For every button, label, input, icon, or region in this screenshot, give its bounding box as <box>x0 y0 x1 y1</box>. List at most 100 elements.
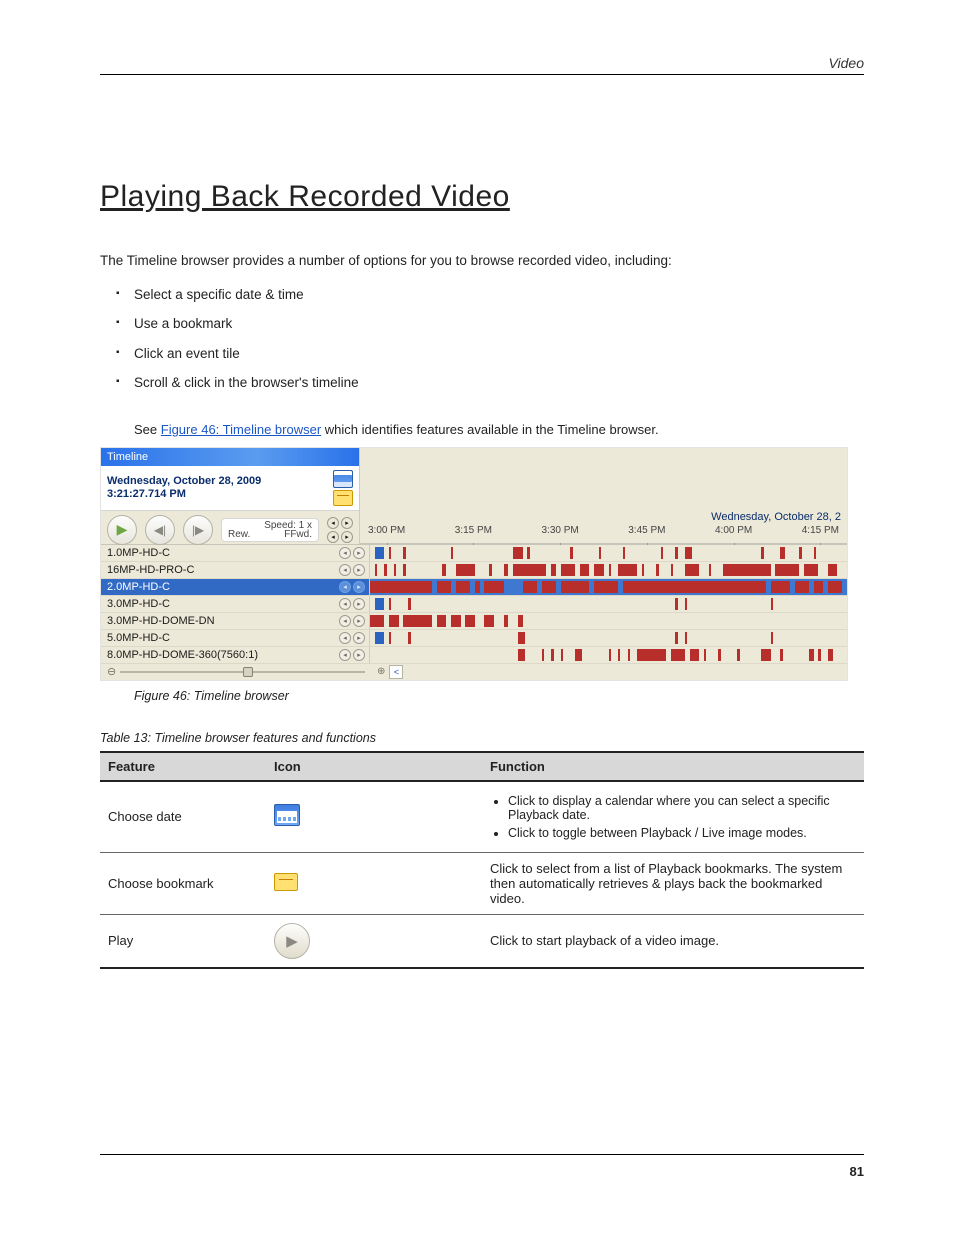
function-bullet: Click to toggle between Playback / Live … <box>508 824 856 842</box>
figure-caption: See Figure 46: Timeline browser which id… <box>134 422 864 437</box>
next-event-icon[interactable]: ▸ <box>353 632 365 644</box>
camera-label: 2.0MP-HD-C <box>107 581 170 593</box>
header-rule <box>100 74 864 75</box>
next-event-all-icon[interactable]: ▸ <box>341 517 353 529</box>
cell-function: Click to select from a list of Playback … <box>482 852 864 914</box>
th-icon: Icon <box>266 752 482 781</box>
ruler-tick: 3:15 PM <box>455 525 492 543</box>
timeline-track[interactable] <box>370 562 847 578</box>
table-row: Play ▶ Click to start playback of a vide… <box>100 914 864 968</box>
zoom-row: ⊖ ⊕ < <box>101 664 847 680</box>
th-feature: Feature <box>100 752 266 781</box>
window-titlebar: Timeline <box>101 448 359 466</box>
bookmark-icon <box>274 873 298 891</box>
next-bookmark-all-icon[interactable]: ▸ <box>341 531 353 543</box>
camera-label: 8.0MP-HD-DOME-360(7560:1) <box>107 649 258 661</box>
camera-row[interactable]: 5.0MP-HD-C ◂▸ <box>101 630 847 647</box>
ffwd-label: FFwd. <box>284 529 312 540</box>
th-function: Function <box>482 752 864 781</box>
prev-event-icon[interactable]: ◂ <box>339 649 351 661</box>
intro-block: The Timeline browser provides a number o… <box>100 250 864 398</box>
calendar-icon <box>274 804 300 826</box>
intro-para: The Timeline browser provides a number o… <box>100 250 864 272</box>
speed-slider[interactable]: Speed: 1 x Rew. FFwd. <box>221 518 319 542</box>
figure-label: Figure 46: Timeline browser <box>134 689 864 703</box>
next-event-icon[interactable]: ▸ <box>353 547 365 559</box>
camera-rows: 1.0MP-HD-C ◂▸ <box>101 544 847 680</box>
table-caption: Table 13: Timeline browser features and … <box>100 731 864 745</box>
footer-rule <box>100 1154 864 1155</box>
cell-feature: Play <box>100 914 266 968</box>
cell-feature: Choose bookmark <box>100 852 266 914</box>
timeline-track[interactable] <box>370 647 847 663</box>
intro-bullet: Scroll & click in the browser's timeline <box>134 368 864 398</box>
playback-date: Wednesday, October 28, 2009 <box>107 475 261 488</box>
next-event-icon[interactable]: ▸ <box>353 564 365 576</box>
page-title: Playing Back Recorded Video <box>100 180 864 214</box>
rewind-label: Rew. <box>228 529 250 540</box>
step-forward-button[interactable]: |▶ <box>183 515 213 545</box>
intro-bullet: Click an event tile <box>134 339 864 369</box>
timeline-track[interactable] <box>370 579 847 595</box>
ruler-tick: 3:45 PM <box>628 525 665 543</box>
prev-event-all-icon[interactable]: ◂ <box>327 517 339 529</box>
camera-row[interactable]: 8.0MP-HD-DOME-360(7560:1) ◂▸ <box>101 647 847 664</box>
intro-bullet: Use a bookmark <box>134 309 864 339</box>
prev-event-icon[interactable]: ◂ <box>339 564 351 576</box>
function-bullet: Click to display a calendar where you ca… <box>508 792 856 824</box>
timeline-track[interactable] <box>370 613 847 629</box>
timeline-track[interactable] <box>370 630 847 646</box>
camera-label: 5.0MP-HD-C <box>107 632 170 644</box>
next-event-icon[interactable]: ▸ <box>353 598 365 610</box>
playback-time: 3:21:27.714 PM <box>107 488 261 501</box>
features-table: Feature Icon Function Choose date Click … <box>100 751 864 969</box>
camera-row-selected[interactable]: 2.0MP-HD-C ◂▸ <box>101 579 847 596</box>
ruler-tick: 3:00 PM <box>368 525 405 543</box>
zoom-in-icon[interactable]: ⊕ <box>377 666 385 677</box>
intro-bullet: Select a specific date & time <box>134 280 864 310</box>
timeline-track[interactable] <box>370 596 847 612</box>
prev-event-icon[interactable]: ◂ <box>339 581 351 593</box>
play-button[interactable]: ▶ <box>107 515 137 545</box>
zoom-slider[interactable] <box>120 671 365 673</box>
camera-label: 3.0MP-HD-DOME-DN <box>107 615 215 627</box>
next-event-icon[interactable]: ▸ <box>353 615 365 627</box>
camera-label: 1.0MP-HD-C <box>107 547 170 559</box>
timeline-browser-figure: Timeline Wednesday, October 28, 2009 3:2… <box>100 447 848 681</box>
table-row: Choose bookmark Click to select from a l… <box>100 852 864 914</box>
cell-function: Click to start playback of a video image… <box>482 914 864 968</box>
prev-event-icon[interactable]: ◂ <box>339 547 351 559</box>
prev-bookmark-all-icon[interactable]: ◂ <box>327 531 339 543</box>
camera-row[interactable]: 3.0MP-HD-DOME-DN ◂▸ <box>101 613 847 630</box>
next-event-icon[interactable]: ▸ <box>353 649 365 661</box>
figure-link[interactable]: Figure 46: Timeline browser <box>161 422 321 437</box>
camera-row[interactable]: 3.0MP-HD-C ◂▸ <box>101 596 847 613</box>
camera-row[interactable]: 1.0MP-HD-C ◂▸ <box>101 545 847 562</box>
caption-after: which identifies features available in t… <box>321 422 658 437</box>
ruler-date: Wednesday, October 28, 2 <box>711 511 841 523</box>
ruler-tick: 4:00 PM <box>715 525 752 543</box>
next-event-icon[interactable]: ▸ <box>353 581 365 593</box>
zoom-out-icon[interactable]: ⊖ <box>107 665 116 678</box>
ruler-ticks: 3:00 PM 3:15 PM 3:30 PM 3:45 PM 4:00 PM … <box>360 525 847 543</box>
prev-event-icon[interactable]: ◂ <box>339 598 351 610</box>
header-section: Video <box>828 55 864 71</box>
page-number: 81 <box>850 1164 864 1179</box>
prev-event-icon[interactable]: ◂ <box>339 632 351 644</box>
camera-row[interactable]: 16MP-HD-PRO-C ◂▸ <box>101 562 847 579</box>
timeline-track[interactable] <box>370 545 847 561</box>
scroll-left-icon[interactable]: < <box>389 665 403 679</box>
camera-label: 16MP-HD-PRO-C <box>107 564 194 576</box>
camera-label: 3.0MP-HD-C <box>107 598 170 610</box>
calendar-icon[interactable] <box>333 470 353 488</box>
ruler-tick: 4:15 PM <box>802 525 839 543</box>
bookmark-icon[interactable] <box>333 490 353 506</box>
cell-feature: Choose date <box>100 781 266 853</box>
cell-function: Click to display a calendar where you ca… <box>482 781 864 853</box>
play-icon: ▶ <box>274 923 310 959</box>
ruler-tick: 3:30 PM <box>542 525 579 543</box>
caption-prefix: See <box>134 422 161 437</box>
prev-event-icon[interactable]: ◂ <box>339 615 351 627</box>
table-row: Choose date Click to display a calendar … <box>100 781 864 853</box>
step-back-button[interactable]: ◀| <box>145 515 175 545</box>
